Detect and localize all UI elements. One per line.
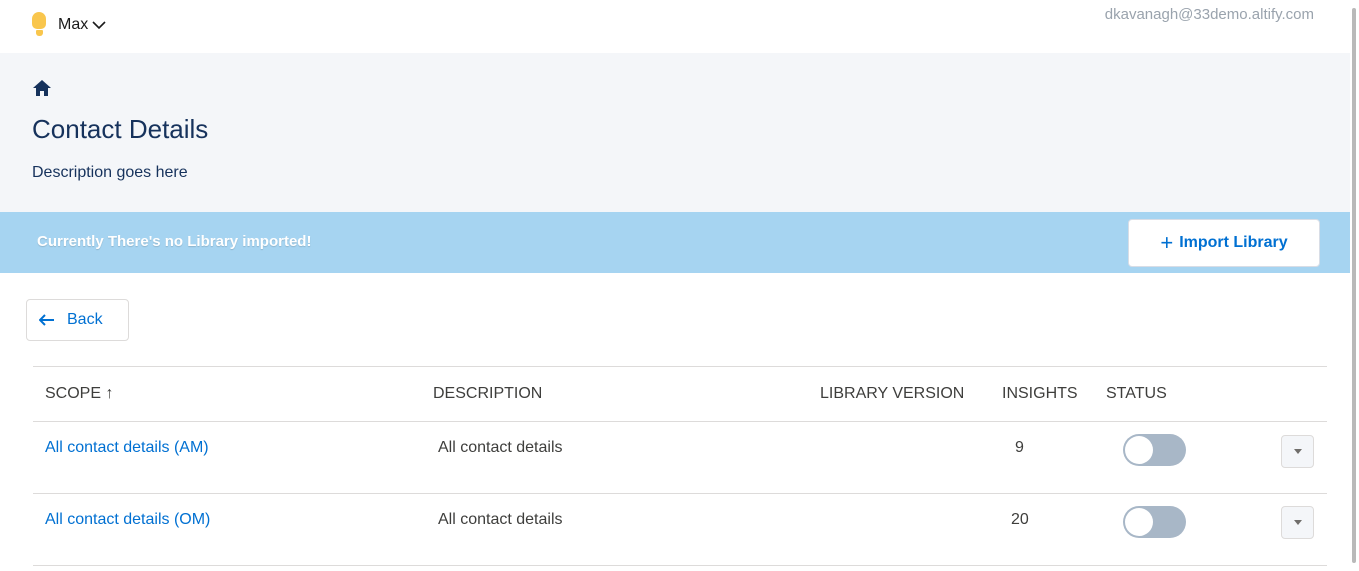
page-title: Contact Details	[32, 114, 209, 144]
back-button[interactable]: Back	[26, 299, 129, 341]
table-top-divider	[33, 366, 1327, 367]
column-header-status[interactable]: STATUS	[1106, 385, 1167, 403]
page-description: Description goes here	[32, 164, 188, 181]
status-toggle[interactable]	[1123, 506, 1186, 538]
chevron-down-icon	[92, 21, 106, 30]
row-divider	[33, 565, 1327, 566]
row-actions-button[interactable]	[1281, 506, 1314, 539]
banner-message: Currently There's no Library imported!	[37, 233, 312, 250]
import-library-label: Import Library	[1179, 234, 1288, 251]
scrollbar-thumb[interactable]	[1352, 8, 1356, 563]
toggle-knob	[1125, 436, 1153, 464]
status-toggle[interactable]	[1123, 434, 1186, 466]
caret-down-icon	[1293, 449, 1302, 454]
row-divider	[33, 493, 1327, 494]
scope-link[interactable]: All contact details (AM)	[45, 439, 209, 457]
header-divider	[33, 421, 1327, 422]
caret-down-icon	[1293, 520, 1302, 525]
import-library-button[interactable]: + Import Library	[1128, 219, 1320, 267]
scope-link[interactable]: All contact details (OM)	[45, 511, 210, 529]
lightbulb-icon	[32, 12, 48, 38]
row-description: All contact details	[438, 511, 563, 528]
row-actions-button[interactable]	[1281, 435, 1314, 468]
back-label: Back	[67, 311, 103, 328]
row-insights: 20	[1011, 511, 1029, 528]
top-bar: Max dkavanagh@33demo.altify.com	[0, 0, 1359, 53]
column-header-description[interactable]: DESCRIPTION	[433, 385, 542, 403]
row-insights: 9	[1015, 439, 1024, 456]
user-menu[interactable]: Max	[32, 12, 106, 38]
home-icon[interactable]	[32, 79, 52, 97]
column-header-insights[interactable]: INSIGHTS	[1002, 385, 1078, 403]
column-header-library-version[interactable]: LIBRARY VERSION	[820, 385, 964, 403]
column-header-scope[interactable]: SCOPE ↑	[45, 385, 113, 403]
row-description: All contact details	[438, 439, 563, 456]
plus-icon: +	[1160, 230, 1174, 255]
user-email: dkavanagh@33demo.altify.com	[1104, 6, 1314, 23]
arrow-left-icon	[39, 314, 54, 326]
user-name: Max	[58, 16, 89, 33]
toggle-knob	[1125, 508, 1153, 536]
